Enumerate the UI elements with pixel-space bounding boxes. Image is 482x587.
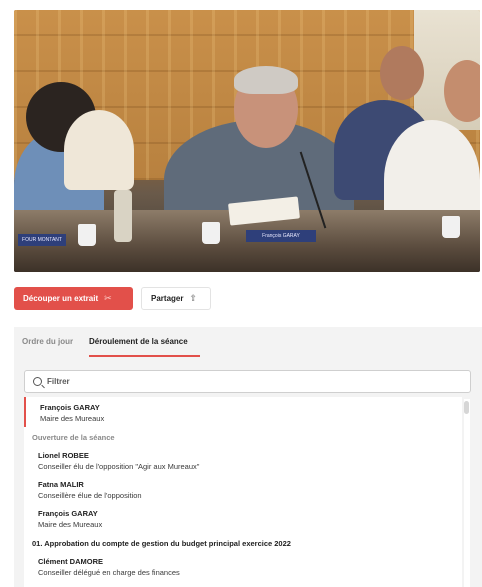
speaker-role: Maire des Mureaux — [38, 520, 103, 529]
extract-clip-label: Découper un extrait — [23, 294, 99, 303]
person-center-hair — [234, 66, 298, 94]
speaker-name: Fatna MALIR — [38, 480, 84, 489]
speaker-role: Maire des Mureaux — [40, 414, 105, 423]
tab-bar: Ordre du jour Déroulement de la séance — [14, 327, 482, 359]
cup-2 — [202, 222, 220, 244]
speaker-name: François GARAY — [38, 509, 98, 518]
speaker-role: Conseiller délégué en charge des finance… — [38, 568, 180, 577]
timeline-speaker-item[interactable]: François GARAY Maire des Mureaux — [24, 505, 462, 533]
timeline-section-heading[interactable]: 01. Approbation du compte de gestion du … — [32, 539, 291, 548]
cup-3 — [442, 216, 460, 238]
filter-box — [24, 370, 471, 393]
active-tab-indicator — [89, 355, 200, 357]
session-panel: Ordre du jour Déroulement de la séance F… — [14, 327, 482, 587]
filter-input[interactable] — [47, 377, 447, 386]
search-icon — [33, 377, 42, 386]
share-icon: ⇪ — [189, 293, 198, 303]
speaker-role: Conseillère élue de l'opposition — [38, 491, 142, 500]
person-back-left — [64, 110, 134, 190]
cup-1 — [78, 224, 96, 246]
tab-agenda[interactable]: Ordre du jour — [22, 337, 73, 346]
scrollbar-thumb[interactable] — [464, 401, 469, 414]
timeline-scrollbar[interactable] — [464, 399, 470, 587]
timeline-speaker-item[interactable]: François GARAY Maire des Mureaux — [24, 397, 462, 427]
extract-clip-button[interactable]: Découper un extrait ✂ — [14, 287, 133, 310]
timeline-speaker-item[interactable]: Fatna MALIR Conseillère élue de l'opposi… — [24, 476, 462, 504]
tab-session-progress[interactable]: Déroulement de la séance — [89, 337, 188, 346]
scissors-icon: ✂ — [104, 293, 112, 303]
timeline-section-heading[interactable]: Ouverture de la séance — [32, 433, 115, 442]
speaker-role: Conseiller élu de l'opposition "Agir aux… — [38, 462, 200, 471]
speaker-name: Clément DAMORE — [38, 557, 104, 566]
speaker-name: François GARAY — [40, 403, 100, 412]
video-player[interactable]: FOUR MONTANT François GARAY — [14, 10, 480, 272]
person-right-back-head — [380, 46, 424, 100]
timeline-speaker-item[interactable]: Lionel ROBEE Conseiller élu de l'opposit… — [24, 447, 462, 475]
water-bottle — [114, 190, 132, 242]
speaker-name: Lionel ROBEE — [38, 451, 89, 460]
name-sign-center: François GARAY — [246, 230, 316, 242]
name-sign-left: FOUR MONTANT — [18, 234, 66, 246]
timeline-list: François GARAY Maire des Mureaux Ouvertu… — [24, 397, 462, 587]
timeline-speaker-item[interactable]: Clément DAMORE Conseiller délégué en cha… — [24, 553, 462, 581]
share-button[interactable]: Partager ⇪ — [141, 287, 211, 310]
share-label: Partager — [151, 294, 184, 303]
